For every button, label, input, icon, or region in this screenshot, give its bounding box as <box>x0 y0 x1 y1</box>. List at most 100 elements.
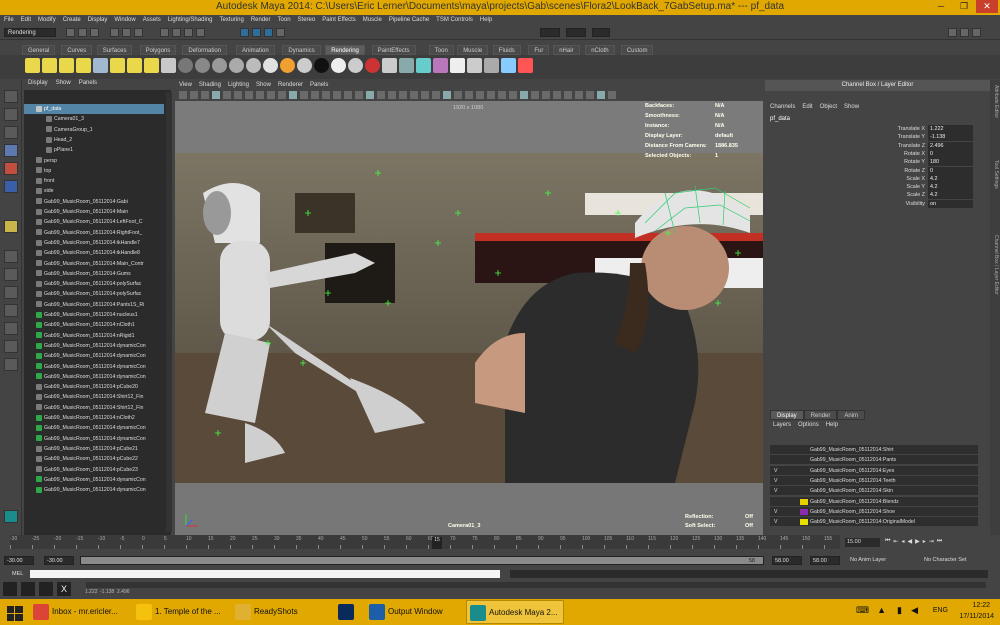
z-input[interactable] <box>592 28 610 37</box>
outliner-item[interactable]: Gab99_MusicRoom_0511201​4:nRigid1 <box>24 331 164 341</box>
shelf-tool-icon[interactable] <box>518 58 533 73</box>
outliner-item[interactable]: Gab99_MusicRoom_0511201​4:RightFoot_ <box>24 228 164 238</box>
menu-item[interactable]: Lighting/Shading <box>168 17 213 23</box>
viewport-tool-icon[interactable] <box>234 91 242 99</box>
min-window-icon[interactable] <box>3 582 17 596</box>
viewport-tool-icon[interactable] <box>432 91 440 99</box>
layer-visibility[interactable]: V <box>774 466 777 476</box>
layer-row[interactable]: Gab99_MusicRoom_0511201​4:Blendz <box>770 496 978 507</box>
shelf-tab[interactable]: PaintEffects <box>371 45 416 55</box>
minimize-button[interactable]: ─ <box>930 0 952 13</box>
layer-visibility[interactable]: V <box>774 517 777 527</box>
render-view-icon[interactable] <box>240 28 249 37</box>
outliner-item[interactable]: Gab99_MusicRoom_0511201​4:pCube23 <box>24 465 164 475</box>
channel-menu-item[interactable]: Object <box>820 104 837 110</box>
viewport-tool-icon[interactable] <box>289 91 297 99</box>
channel-value[interactable]: 4.2 <box>928 183 973 192</box>
shelf-tool-icon[interactable] <box>280 58 295 73</box>
shelf-tab[interactable]: Curves <box>61 45 93 55</box>
close-button[interactable]: ✕ <box>976 0 998 13</box>
viewport-tool-icon[interactable] <box>212 91 220 99</box>
four-view-layout-icon[interactable] <box>4 268 18 281</box>
shelf-tab[interactable]: Surfaces <box>96 45 133 55</box>
graph-editor-layout-icon[interactable] <box>4 358 18 371</box>
outliner-item[interactable]: Camera01_3 <box>24 114 164 124</box>
outliner-item[interactable]: CameraGroup_1 <box>24 125 164 135</box>
current-time-marker[interactable]: 15 <box>432 537 442 549</box>
viewport-tool-icon[interactable] <box>410 91 418 99</box>
channel-value[interactable]: -1.138 <box>928 133 973 142</box>
viewport-tool-icon[interactable] <box>267 91 275 99</box>
select-hierarchy-icon[interactable] <box>110 28 119 37</box>
range-bar[interactable]: 58 <box>80 556 764 565</box>
hypershade-layout-icon[interactable] <box>4 322 18 335</box>
outliner-item[interactable]: Gab99_MusicRoom_0511201​4:pCube21 <box>24 444 164 454</box>
render-settings-icon[interactable] <box>276 28 285 37</box>
show-tool-settings-icon[interactable] <box>960 28 969 37</box>
menu-item[interactable]: Paint Effects <box>322 17 356 23</box>
select-object-icon[interactable] <box>122 28 131 37</box>
channel-value[interactable]: 180 <box>928 158 973 167</box>
viewport-tool-icon[interactable] <box>531 91 539 99</box>
viewport-tool-icon[interactable] <box>608 91 616 99</box>
channel-value[interactable]: 4.2 <box>928 174 973 183</box>
channel-row[interactable]: Scale Y 4.2 <box>765 183 985 192</box>
viewport-menu-item[interactable]: Lighting <box>228 82 249 88</box>
outliner-item[interactable]: Gab99_MusicRoom_0511201​4:dynamicCon <box>24 475 164 485</box>
viewport-menu-item[interactable]: Show <box>256 82 271 88</box>
shelf-tool-icon[interactable] <box>42 58 57 73</box>
outliner-item[interactable]: Gab99_MusicRoom_0511201​4:Shirt12_Fin <box>24 392 164 402</box>
viewport-tool-icon[interactable] <box>465 91 473 99</box>
snap-curve-icon[interactable] <box>172 28 181 37</box>
snap-plane-icon[interactable] <box>196 28 205 37</box>
layer-visibility[interactable]: V <box>774 486 777 496</box>
outliner-layout-icon[interactable] <box>4 340 18 353</box>
outliner-item[interactable]: persp <box>24 156 164 166</box>
channel-value[interactable]: 1.222 <box>928 125 973 133</box>
channel-row[interactable]: Translate Y -1.138 <box>765 133 985 142</box>
outliner-item[interactable]: Gab99_MusicRoom_0511201​4:nCloth1 <box>24 320 164 330</box>
layer-color-swatch[interactable] <box>800 519 808 526</box>
restore-window-icon[interactable] <box>21 582 35 596</box>
anim-layer-dropdown[interactable]: No Anim Layer <box>848 556 918 565</box>
max-window-icon[interactable] <box>39 582 53 596</box>
outliner-item[interactable]: Gab99_MusicRoom_0511201​4:dynamicCon <box>24 372 164 382</box>
anim-start-field[interactable]: -30.00 <box>4 556 34 565</box>
shelf-tool-icon[interactable] <box>144 58 159 73</box>
menu-item[interactable]: Help <box>480 17 492 23</box>
persp-graph-layout-icon[interactable] <box>4 304 18 317</box>
channel-menu-item[interactable]: Show <box>844 104 859 110</box>
viewport-tool-icon[interactable] <box>179 91 187 99</box>
outliner-item[interactable]: Gab99_MusicRoom_0511201​4:dynamicCon <box>24 362 164 372</box>
channel-value[interactable]: 0 <box>928 166 973 175</box>
viewport-tool-icon[interactable] <box>509 91 517 99</box>
keyboard-icon[interactable]: ⌨ <box>856 605 869 616</box>
render-frame-icon[interactable] <box>252 28 261 37</box>
shelf-tool-icon[interactable] <box>433 58 448 73</box>
ipr-render-icon[interactable] <box>264 28 273 37</box>
layer-tab[interactable]: Display <box>770 410 804 420</box>
open-scene-icon[interactable] <box>78 28 87 37</box>
menuset-dropdown[interactable]: Rendering <box>4 28 56 37</box>
viewport-tool-icon[interactable] <box>542 91 550 99</box>
viewport-tool-icon[interactable] <box>520 91 528 99</box>
layer-row[interactable]: V Gab99_MusicRoom_0511201​4:OriginalModel <box>770 517 978 528</box>
outliner-item[interactable]: Gab99_MusicRoom_0511201​4:dynamicCon <box>24 423 164 433</box>
viewport-tool-icon[interactable] <box>553 91 561 99</box>
viewport-tool-icon[interactable] <box>575 91 583 99</box>
shelf-tab[interactable]: Rendering <box>325 45 365 55</box>
shelf-tool-icon[interactable] <box>110 58 125 73</box>
snap-point-icon[interactable] <box>184 28 193 37</box>
shelf-tab[interactable]: Muscle <box>457 45 489 55</box>
layer-color-swatch[interactable] <box>800 498 808 505</box>
outliner-item[interactable]: pPlane1 <box>24 145 164 155</box>
channel-row[interactable]: Rotate Z0 <box>765 166 985 175</box>
layer-color-swatch[interactable] <box>800 488 808 494</box>
layer-row[interactable]: V Gab99_MusicRoom_0511201​4:Teeth <box>770 475 978 486</box>
shelf-tool-icon[interactable] <box>399 58 414 73</box>
viewport-tool-icon[interactable] <box>476 91 484 99</box>
layer-tab[interactable]: Anim <box>837 410 866 420</box>
layer-row[interactable]: Gab99_MusicRoom_0511201​4:Pants <box>770 455 978 466</box>
channel-menu-item[interactable]: Channels <box>770 104 795 110</box>
menu-item[interactable]: Assets <box>143 17 161 23</box>
